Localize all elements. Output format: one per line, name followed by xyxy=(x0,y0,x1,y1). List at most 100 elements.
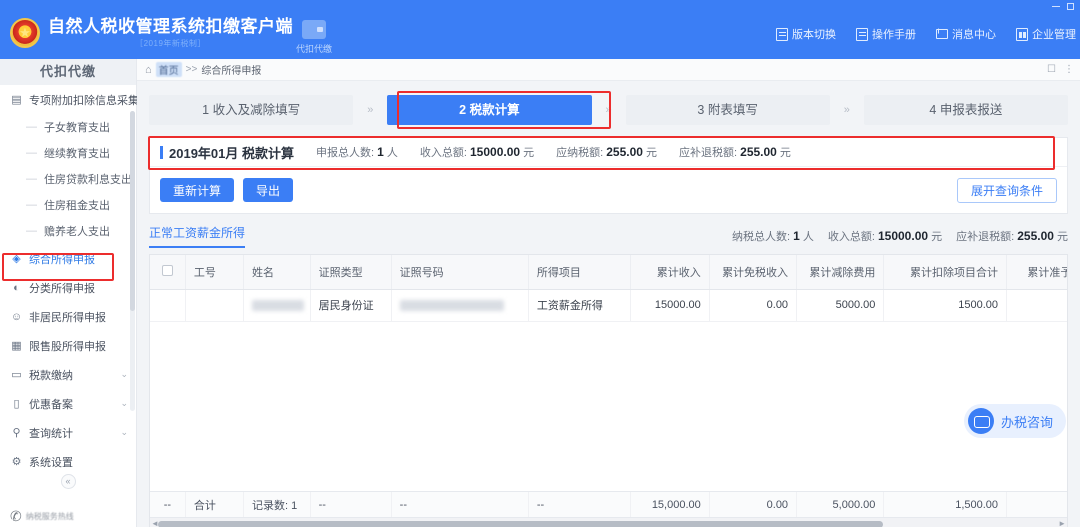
header-nav-messages[interactable]: 消息中心 xyxy=(936,26,996,42)
chevron-down-icon: ⌄ xyxy=(120,427,128,438)
column-header-name[interactable]: 姓名 xyxy=(244,255,311,289)
sidebar-item-label: 系统设置 xyxy=(29,454,73,470)
table-header-row: 工号 姓名 证照类型 证照号码 所得项目 累计收入 累计免税收入 累计减除费用 … xyxy=(150,255,1068,289)
summary-bar: 2019年01月 税款计算 申报总人数: 1 人 收入总额: 15000.00 … xyxy=(150,138,1067,167)
column-header-gonghao[interactable]: 工号 xyxy=(185,255,243,289)
sidebar-item-preferential-filing[interactable]: ▯ 优惠备案 ⌄ xyxy=(0,389,136,418)
summary-taxable-amount: 应纳税额: 255.00 元 xyxy=(556,144,657,160)
breadcrumb: ⌂ 首页 >> 综合所得申报 ☐ ⋮ xyxy=(137,59,1080,81)
app-title: 自然人税收管理系统扣缴客户端 xyxy=(48,17,293,37)
sidebar-scrollbar[interactable] xyxy=(130,111,135,411)
sidebar-item-comprehensive-income-declaration[interactable]: ◈ 综合所得申报 xyxy=(0,244,136,273)
title-bar xyxy=(0,0,1080,12)
table-horizontal-scrollbar[interactable]: ◄ ► xyxy=(150,517,1067,527)
mode-indicator[interactable]: 代扣代缴 xyxy=(286,20,342,55)
header-nav-label: 操作手册 xyxy=(872,26,916,42)
stat-total-income: 收入总额: 15000.00 元 xyxy=(828,228,942,244)
sidebar-item-label: 分类所得申报 xyxy=(29,280,95,296)
stat-unit: 元 xyxy=(931,231,942,243)
column-header-deduction-total[interactable]: 累计扣除项目合计 xyxy=(884,255,1007,289)
summary-unit: 元 xyxy=(780,147,791,159)
column-header-id-number[interactable]: 证照号码 xyxy=(391,255,528,289)
refresh-icon[interactable]: ☐ xyxy=(1047,64,1056,75)
step-income-deduction[interactable]: 1 收入及减除填写 xyxy=(149,95,353,125)
recalculate-button[interactable]: 重新计算 xyxy=(160,178,234,202)
chevron-down-icon: ⌄ xyxy=(120,369,128,380)
cell-name xyxy=(244,289,311,321)
header-nav-label: 版本切换 xyxy=(792,26,836,42)
summary-period-title: 2019年01月 税款计算 xyxy=(160,143,294,162)
column-header-donation-deduction[interactable]: 累计准予扣除的捐赠额 xyxy=(1007,255,1068,289)
stat-label: 应补退税额: xyxy=(956,231,1014,243)
breadcrumb-home[interactable]: 首页 xyxy=(156,62,182,77)
chevron-left-icon: « xyxy=(61,474,76,489)
scrollbar-thumb[interactable] xyxy=(158,521,883,527)
sidebar-subitem-elderly-support[interactable]: — 赡养老人支出 xyxy=(0,218,136,244)
footer-total-label: 合计 xyxy=(185,492,243,517)
data-table: 工号 姓名 证照类型 证照号码 所得项目 累计收入 累计免税收入 累计减除费用 … xyxy=(149,254,1068,527)
column-header-id-type[interactable]: 证照类型 xyxy=(310,255,391,289)
stat-value: 255.00 xyxy=(1017,229,1054,243)
column-header-taxfree-income[interactable]: 累计免税收入 xyxy=(709,255,796,289)
home-icon[interactable]: ⌂ xyxy=(145,64,152,76)
sidebar-subitem-label: 赡养老人支出 xyxy=(44,223,110,239)
step-attachment-form[interactable]: 3 附表填写 xyxy=(626,95,830,125)
column-header-cumulative-income[interactable]: 累计收入 xyxy=(630,255,709,289)
cell-donation-deduction: 0.00 xyxy=(1007,289,1068,321)
header-nav-enterprise[interactable]: 企业管理 xyxy=(1016,26,1076,42)
more-icon[interactable]: ⋮ xyxy=(1064,64,1074,75)
sidebar-item-system-settings[interactable]: ⚙ 系统设置 xyxy=(0,447,136,476)
sidebar-collapse-button[interactable]: « xyxy=(0,473,136,489)
summary-refund-amount: 应补退税额: 255.00 元 xyxy=(679,144,791,160)
sidebar-item-special-deduction-collection[interactable]: ▤ 专项附加扣除信息采集 ⌄ xyxy=(0,85,136,114)
person-icon: ☺ xyxy=(10,311,23,323)
sidebar-subitem-housing-loan-interest[interactable]: — 住房贷款利息支出 xyxy=(0,166,136,192)
summary-label: 申报总人数: xyxy=(316,147,374,159)
sidebar-item-tax-payment[interactable]: ▭ 税款缴纳 ⌄ xyxy=(0,360,136,389)
national-emblem-icon xyxy=(10,18,40,48)
sidebar-item-label: 优惠备案 xyxy=(29,396,73,412)
sidebar-item-restricted-shares-declaration[interactable]: ▦ 限售股所得申报 xyxy=(0,331,136,360)
sidebar-subitem-continuing-education[interactable]: — 继续教育支出 xyxy=(0,140,136,166)
wallet-icon xyxy=(302,20,326,39)
cell-taxfree-income: 0.00 xyxy=(709,289,796,321)
tab-normal-salary-income[interactable]: 正常工资薪金所得 xyxy=(149,224,245,248)
summary-value: 255.00 xyxy=(606,145,643,159)
summary-value: 1 xyxy=(377,145,384,159)
mode-label: 代扣代缴 xyxy=(286,42,342,55)
cell-id-type: 居民身份证 xyxy=(310,289,391,321)
dash-icon: — xyxy=(26,121,37,133)
masked-id-number xyxy=(400,300,504,311)
step-tax-calculation[interactable]: 2 税款计算 xyxy=(387,95,591,125)
step-wizard: 1 收入及减除填写 » 2 税款计算 » 3 附表填写 » 4 申报表报送 xyxy=(149,95,1068,125)
stat-label: 纳税总人数: xyxy=(732,231,790,243)
gear-icon: ⚙ xyxy=(10,455,23,468)
table-footer: -- 合计 记录数: 1 -- -- -- 15,000.00 0.00 5,0… xyxy=(150,491,1067,517)
sidebar-subitem-children-education[interactable]: — 子女教育支出 xyxy=(0,114,136,140)
scroll-right-icon[interactable]: ► xyxy=(1058,519,1066,527)
column-header-deduction-expense[interactable]: 累计减除费用 xyxy=(797,255,884,289)
column-header-income-item[interactable]: 所得项目 xyxy=(528,255,630,289)
summary-label: 应纳税额: xyxy=(556,147,603,159)
sidebar-item-nonresident-income-declaration[interactable]: ☺ 非居民所得申报 xyxy=(0,302,136,331)
header-nav-label: 消息中心 xyxy=(952,26,996,42)
table-row[interactable]: 居民身份证 工资薪金所得 15000.00 0.00 5000.00 1500.… xyxy=(150,289,1068,321)
tax-consultation-button[interactable]: 办税咨询 xyxy=(964,404,1066,438)
doc-switch-icon xyxy=(776,28,788,41)
sidebar-subitem-label: 子女教育支出 xyxy=(44,119,110,135)
step-declaration-submit[interactable]: 4 申报表报送 xyxy=(864,95,1068,125)
header-nav-manual[interactable]: 操作手册 xyxy=(856,26,916,42)
select-all-checkbox[interactable] xyxy=(162,265,173,276)
header-nav: 版本切换 操作手册 消息中心 企业管理 xyxy=(776,26,1080,42)
header-nav-version-switch[interactable]: 版本切换 xyxy=(776,26,836,42)
maximize-icon[interactable] xyxy=(1067,3,1074,10)
cell-id-number xyxy=(391,289,528,321)
sidebar-item-query-statistics[interactable]: ⚲ 查询统计 ⌄ xyxy=(0,418,136,447)
enterprise-icon xyxy=(1016,28,1028,41)
export-button[interactable]: 导出 xyxy=(243,178,293,202)
sidebar-item-classified-income-declaration[interactable]: ◐ 分类所得申报 xyxy=(0,273,136,302)
sidebar-subitem-housing-rent[interactable]: — 住房租金支出 xyxy=(0,192,136,218)
minimize-icon[interactable] xyxy=(1052,6,1060,7)
stat-unit: 人 xyxy=(803,231,814,243)
expand-query-button[interactable]: 展开查询条件 xyxy=(957,178,1057,203)
